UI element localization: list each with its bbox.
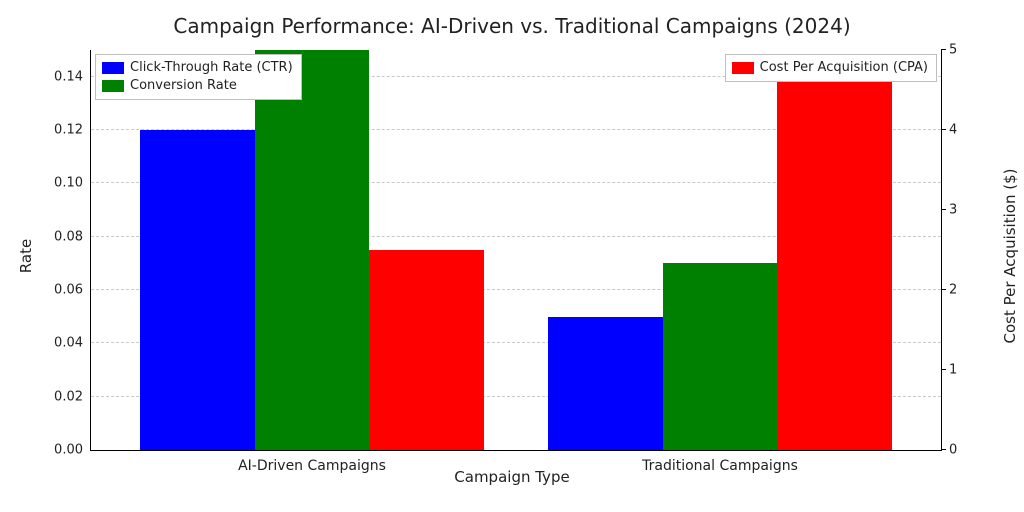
y-tick-right: 0 bbox=[941, 443, 957, 458]
legend-right: Cost Per Acquisition (CPA) bbox=[725, 54, 937, 82]
bar-click-through-rate-ctr--1 bbox=[548, 317, 663, 450]
legend-item-cpa: Cost Per Acquisition (CPA) bbox=[732, 59, 928, 77]
tick-mark-right bbox=[941, 49, 946, 50]
tick-mark-right bbox=[941, 129, 946, 130]
tick-mark-right bbox=[941, 369, 946, 370]
legend-swatch-cpa bbox=[732, 62, 754, 74]
y-tick-right: 1 bbox=[941, 363, 957, 378]
tick-mark-right bbox=[941, 209, 946, 210]
legend-left: Click-Through Rate (CTR) Conversion Rate bbox=[95, 54, 302, 100]
bar-conversion-rate-1 bbox=[663, 263, 778, 450]
bar-cost-per-acquisition-cpa--1 bbox=[777, 58, 892, 450]
y-tick-right: 2 bbox=[941, 283, 957, 298]
plot-area: Click-Through Rate (CTR) Conversion Rate… bbox=[90, 50, 942, 451]
chart-title: Campaign Performance: AI-Driven vs. Trad… bbox=[0, 14, 1024, 38]
y-tick-left: 0.02 bbox=[54, 389, 91, 404]
y-tick-left: 0.12 bbox=[54, 123, 91, 138]
y-tick-right: 3 bbox=[941, 203, 957, 218]
tick-mark-right bbox=[941, 289, 946, 290]
legend-label-ctr: Click-Through Rate (CTR) bbox=[130, 59, 293, 77]
legend-swatch-ctr bbox=[102, 62, 124, 74]
legend-item-ctr: Click-Through Rate (CTR) bbox=[102, 59, 293, 77]
y-tick-left: 0.14 bbox=[54, 69, 91, 84]
y-tick-left: 0.04 bbox=[54, 336, 91, 351]
bar-cost-per-acquisition-cpa--0 bbox=[369, 250, 484, 450]
y-tick-right: 5 bbox=[941, 43, 957, 58]
y-tick-left: 0.08 bbox=[54, 229, 91, 244]
x-axis-label: Campaign Type bbox=[0, 468, 1024, 486]
y-axis-right-label: Cost Per Acquisition ($) bbox=[1001, 169, 1019, 344]
y-tick-left: 0.10 bbox=[54, 176, 91, 191]
y-axis-left-label: Rate bbox=[17, 239, 35, 273]
bar-conversion-rate-0 bbox=[255, 50, 370, 450]
chart-container: Campaign Performance: AI-Driven vs. Trad… bbox=[0, 0, 1024, 512]
tick-mark-right bbox=[941, 449, 946, 450]
y-tick-left: 0.00 bbox=[54, 443, 91, 458]
y-tick-right: 4 bbox=[941, 123, 957, 138]
legend-label-conv: Conversion Rate bbox=[130, 77, 237, 95]
legend-label-cpa: Cost Per Acquisition (CPA) bbox=[760, 59, 928, 77]
bar-click-through-rate-ctr--0 bbox=[140, 130, 255, 450]
legend-swatch-conv bbox=[102, 80, 124, 92]
legend-item-conv: Conversion Rate bbox=[102, 77, 293, 95]
y-tick-left: 0.06 bbox=[54, 283, 91, 298]
